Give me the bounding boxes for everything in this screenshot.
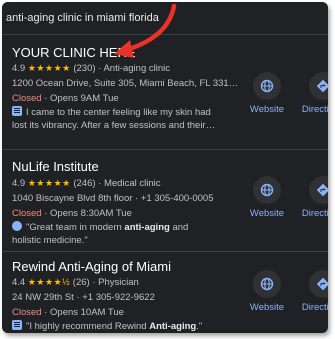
address: 24 NW 29th St · +1 305-922-9622 bbox=[12, 292, 155, 303]
status-closed: Closed bbox=[12, 93, 42, 104]
address: 1200 Ocean Drive, Suite 305, Miami Beach… bbox=[12, 78, 239, 89]
globe-icon bbox=[253, 176, 281, 204]
globe-icon bbox=[253, 270, 281, 298]
listing-card[interactable]: Rewind Anti-Aging of Miami 4.4 ★★★★½ (26… bbox=[2, 252, 328, 333]
rating-line: 4.4 ★★★★½ (26) · Physician bbox=[12, 277, 139, 288]
hours-line: Closed · Opens 8:30AM Tue bbox=[12, 208, 132, 219]
listing-title[interactable]: NuLife Institute bbox=[12, 159, 99, 174]
review-text-keyword: Anti-aging bbox=[149, 321, 197, 332]
directions-label: Directions bbox=[301, 208, 328, 219]
review-icon bbox=[12, 320, 22, 330]
directions-icon bbox=[309, 72, 328, 100]
review-snippet: "I highly recommend Rewind Anti-aging." bbox=[12, 320, 227, 333]
rating-value: 4.4 bbox=[12, 277, 26, 288]
globe-icon bbox=[253, 72, 281, 100]
category: · Medical clinic bbox=[98, 178, 161, 189]
status-closed: Closed bbox=[12, 307, 42, 318]
address: 1040 Biscayne Blvd 8th floor · +1 305-40… bbox=[12, 193, 214, 204]
search-query[interactable]: anti-aging clinic in miami florida bbox=[6, 12, 159, 24]
review-count[interactable]: (246) bbox=[73, 178, 95, 189]
review-count[interactable]: (26) bbox=[73, 277, 90, 288]
category: · Physician bbox=[92, 277, 139, 288]
website-button[interactable]: Website bbox=[242, 270, 292, 313]
directions-button[interactable]: Directions bbox=[298, 176, 328, 219]
star-rating-icon: ★★★★½ bbox=[27, 277, 71, 287]
website-label: Website bbox=[249, 302, 285, 313]
hours-line: Closed · Opens 9AM Tue bbox=[12, 93, 119, 104]
search-bar[interactable]: anti-aging clinic in miami florida bbox=[2, 2, 328, 35]
directions-icon bbox=[309, 176, 328, 204]
website-label: Website bbox=[249, 104, 285, 115]
opening-hours: · Opens 8:30AM Tue bbox=[44, 208, 132, 219]
rating-line: 4.9 ★★★★★ (246) · Medical clinic bbox=[12, 178, 160, 189]
listing-title[interactable]: YOUR CLINIC HERE bbox=[12, 45, 136, 60]
directions-label: Directions bbox=[301, 302, 328, 313]
directions-button[interactable]: Directions bbox=[298, 72, 328, 115]
rating-line: 4.9 ★★★★★ (230) · Anti-aging clinic bbox=[12, 63, 170, 74]
directions-button[interactable]: Directions bbox=[298, 270, 328, 313]
hours-line: Closed · Opens 10AM Tue bbox=[12, 307, 124, 318]
review-text: I came to the center feeling like my ski… bbox=[12, 107, 216, 131]
star-rating-icon: ★★★★★ bbox=[27, 63, 71, 73]
website-button[interactable]: Website bbox=[242, 72, 292, 115]
review-text-pre: "Great team in modern bbox=[26, 222, 125, 233]
status-closed: Closed bbox=[12, 208, 42, 219]
review-snippet: I came to the center feeling like my ski… bbox=[12, 106, 217, 132]
listing-card[interactable]: NuLife Institute 4.9 ★★★★★ (246) · Medic… bbox=[2, 150, 328, 250]
category: · Anti-aging clinic bbox=[98, 63, 170, 74]
directions-label: Directions bbox=[301, 104, 328, 115]
star-rating-icon: ★★★★★ bbox=[27, 178, 71, 188]
website-label: Website bbox=[249, 208, 285, 219]
rating-value: 4.9 bbox=[12, 63, 26, 74]
website-button[interactable]: Website bbox=[242, 176, 292, 219]
reviewer-avatar-icon bbox=[12, 221, 22, 231]
review-text-post: ." bbox=[196, 321, 203, 332]
directions-icon bbox=[309, 270, 328, 298]
opening-hours: · Opens 9AM Tue bbox=[44, 93, 119, 104]
review-count[interactable]: (230) bbox=[73, 63, 95, 74]
review-text-pre: "I highly recommend Rewind bbox=[26, 321, 150, 332]
listing-title[interactable]: Rewind Anti-Aging of Miami bbox=[12, 259, 171, 274]
review-snippet: "Great team in modern anti-aging and hol… bbox=[12, 221, 217, 247]
search-results-panel: anti-aging clinic in miami florida YOUR … bbox=[2, 2, 328, 333]
listing-card[interactable]: YOUR CLINIC HERE 4.9 ★★★★★ (230) · Anti-… bbox=[2, 40, 328, 148]
review-text-keyword: anti-aging bbox=[124, 222, 170, 233]
review-icon bbox=[12, 106, 22, 116]
opening-hours: · Opens 10AM Tue bbox=[44, 307, 124, 318]
rating-value: 4.9 bbox=[12, 178, 26, 189]
